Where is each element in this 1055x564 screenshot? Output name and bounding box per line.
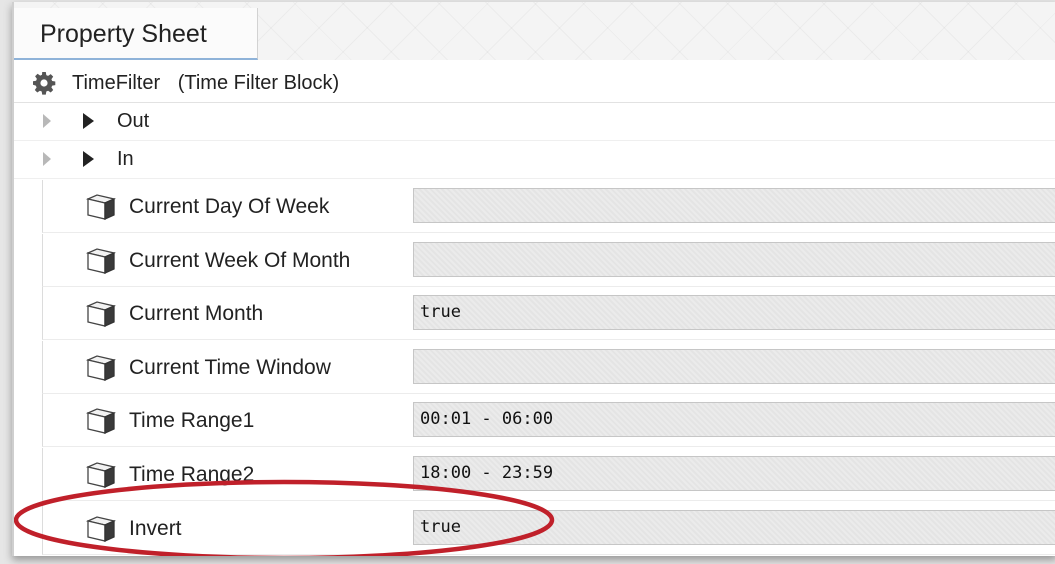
property-value-field[interactable]: 18:00 - 23:59 — [413, 456, 1055, 491]
property-value-field[interactable]: 00:01 - 06:00 — [413, 402, 1055, 438]
property-row[interactable]: Time Range1 00:01 - 06:00 — [42, 394, 1055, 448]
slot-row-in[interactable]: In — [14, 140, 1055, 179]
property-label: Current Week Of Month — [129, 248, 351, 272]
property-row[interactable]: Time Range2 18:00 - 23:59 — [42, 448, 1055, 501]
component-name: TimeFilter — [72, 72, 161, 94]
cube-icon — [85, 462, 117, 489]
slot-label-out: Out — [117, 110, 150, 132]
property-row[interactable]: Current Time Window — [42, 340, 1055, 394]
property-row[interactable]: Current Week Of Month — [42, 233, 1055, 287]
cube-icon — [85, 408, 117, 435]
play-arrow-icon — [83, 151, 94, 167]
property-label: Time Range1 — [129, 409, 255, 433]
property-label: Current Time Window — [129, 355, 331, 379]
cube-icon — [85, 515, 117, 542]
property-label: Invert — [129, 516, 182, 540]
cube-icon — [85, 194, 117, 221]
property-value-field[interactable]: true — [413, 295, 1055, 331]
property-row[interactable]: Current Day Of Week — [42, 180, 1055, 233]
expand-arrow-icon[interactable] — [43, 152, 51, 166]
property-value-field[interactable] — [413, 348, 1055, 384]
cube-icon — [85, 355, 117, 381]
cube-icon — [85, 247, 117, 274]
property-label: Current Month — [129, 302, 264, 326]
component-header-row[interactable]: TimeFilter (Time Filter Block) — [14, 64, 1055, 103]
slot-row-out[interactable]: Out — [14, 102, 1055, 141]
expand-arrow-icon[interactable] — [43, 114, 51, 128]
cube-icon — [85, 301, 117, 328]
property-value-field[interactable] — [413, 188, 1055, 223]
property-row[interactable]: Invert true — [42, 501, 1055, 555]
component-title: TimeFilter (Time Filter Block) — [72, 64, 339, 102]
property-sheet-panel: Property Sheet TimeFilter (Time Filter B… — [12, 2, 1055, 556]
slot-label-in: In — [117, 148, 134, 170]
property-value-field[interactable] — [413, 241, 1055, 277]
play-arrow-icon — [83, 113, 94, 129]
property-row[interactable]: Current Month true — [42, 287, 1055, 341]
component-type: (Time Filter Block) — [177, 72, 340, 94]
property-label: Current Day Of Week — [129, 195, 330, 218]
gear-icon — [33, 72, 56, 95]
tab-bar: Property Sheet — [14, 2, 1055, 60]
property-label: Time Range2 — [129, 463, 255, 486]
property-value-field[interactable]: true — [413, 509, 1055, 545]
tab-property-sheet[interactable]: Property Sheet — [14, 8, 258, 60]
